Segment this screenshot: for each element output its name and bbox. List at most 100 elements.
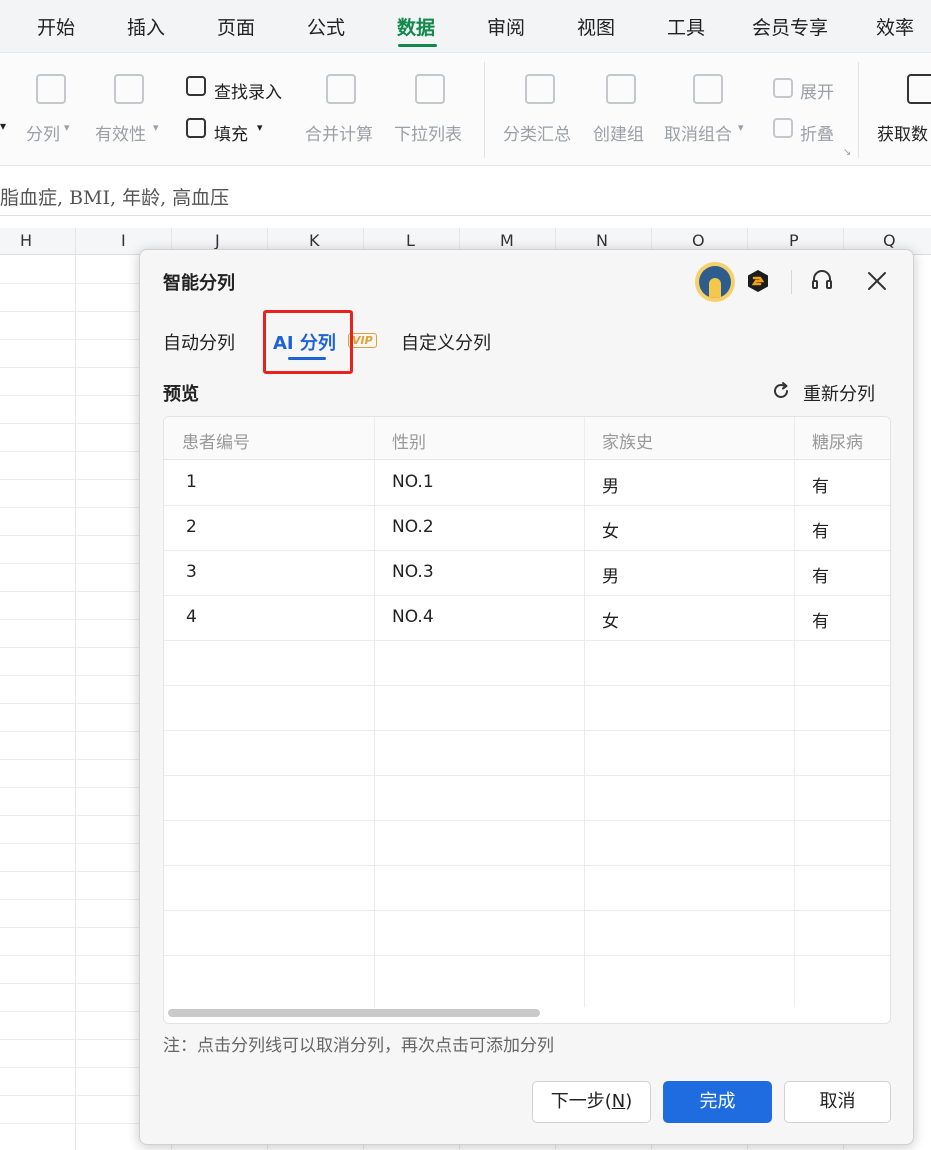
tab-auto-split[interactable]: 自动分列 — [163, 329, 235, 355]
menu-formula[interactable]: 公式 — [307, 13, 345, 40]
menu-page[interactable]: 页面 — [217, 13, 255, 40]
column-header-h[interactable]: H — [20, 231, 32, 250]
grid-line — [0, 1039, 140, 1040]
fill-button[interactable]: 填充 — [214, 120, 248, 145]
menu-efficiency[interactable]: 效率 — [876, 13, 914, 40]
menu-review[interactable]: 审阅 — [487, 13, 525, 40]
member-badge-icon[interactable] — [746, 269, 770, 293]
table-row-line — [164, 820, 890, 821]
chevron-down-icon: ▾ — [0, 119, 7, 133]
create-group-icon — [606, 74, 636, 104]
table-cell: 1 — [186, 472, 197, 492]
cancel-button[interactable]: 取消 — [784, 1081, 891, 1123]
table-row-line — [164, 775, 890, 776]
table-cell: 有 — [812, 477, 829, 497]
table-cell: 4 — [186, 607, 197, 627]
table-cell: NO.1 — [392, 472, 434, 492]
next-label-close: ) — [625, 1091, 633, 1112]
table-row-line — [164, 685, 890, 686]
next-step-button[interactable]: 下一步(N) — [532, 1081, 651, 1123]
table-header[interactable]: 糖尿病 — [794, 417, 890, 460]
active-menu-indicator — [398, 44, 437, 47]
header-gender: 性别 — [392, 433, 426, 453]
header-patient-id: 患者编号 — [182, 433, 250, 453]
grid-line — [0, 339, 140, 340]
table-cell: NO.2 — [392, 517, 434, 537]
smart-split-dialog: 智能分列 自动分列 AI 分列 VIP 自定义分列 预览 重新分列 患者编号 性… — [139, 249, 914, 1145]
table-header[interactable]: 性别 — [374, 417, 584, 460]
ribbon-toolbar: ▾ 分列 ▾ 有效性 ▾ 查找录入 填充 ▾ 合并计算 下拉列表 分类汇总 创建… — [0, 54, 931, 166]
refresh-split-button[interactable]: 重新分列 — [803, 380, 875, 406]
column-header-n[interactable]: N — [596, 231, 608, 250]
grid-line — [0, 703, 140, 704]
grid-line — [0, 787, 140, 788]
table-row-line — [164, 865, 890, 866]
table-cell: 有 — [812, 522, 829, 542]
column-header-j[interactable]: J — [215, 231, 220, 250]
expand-icon — [773, 78, 793, 98]
menu-bar: 开始 插入 页面 公式 数据 审阅 视图 工具 会员专享 效率 — [0, 0, 931, 53]
get-data-icon — [907, 74, 931, 104]
table-header[interactable]: 家族史 — [584, 417, 794, 460]
create-group-button[interactable]: 创建组 — [593, 120, 644, 145]
formula-text: 脂血症, BMI, 年龄, 高血压 — [0, 187, 230, 209]
merge-calc-button[interactable]: 合并计算 — [305, 120, 373, 145]
grid-line — [0, 283, 140, 284]
get-data-button[interactable]: 获取数 — [877, 120, 928, 145]
toolbar-separator — [858, 62, 859, 158]
grid-line — [0, 507, 140, 508]
collapse-button[interactable]: 折叠 — [800, 120, 834, 145]
grid-line — [0, 955, 140, 956]
grid-line — [0, 1067, 140, 1068]
column-header-k[interactable]: K — [309, 231, 320, 250]
close-icon[interactable] — [866, 270, 888, 292]
column-header-i[interactable]: I — [121, 231, 126, 250]
column-header-o[interactable]: O — [692, 231, 705, 250]
dialog-launcher-icon[interactable]: ↘ — [843, 147, 851, 158]
column-header-m[interactable]: M — [500, 231, 514, 250]
next-label: 下一步( — [550, 1091, 612, 1112]
tab-custom-split[interactable]: 自定义分列 — [401, 329, 491, 355]
table-cell: 女 — [602, 522, 619, 542]
user-avatar[interactable] — [695, 262, 735, 302]
menu-tools[interactable]: 工具 — [667, 13, 705, 40]
done-button[interactable]: 完成 — [663, 1081, 772, 1123]
grid-line — [0, 731, 140, 732]
column-header-p[interactable]: P — [789, 231, 799, 250]
subtotal-button[interactable]: 分类汇总 — [503, 120, 571, 145]
chevron-down-icon: ▾ — [64, 121, 70, 134]
column-header-q[interactable]: Q — [883, 231, 896, 250]
column-header-l[interactable]: L — [406, 231, 415, 250]
table-cell: 女 — [602, 612, 619, 632]
dropdown-list-button[interactable]: 下拉列表 — [394, 120, 462, 145]
table-cell: NO.4 — [392, 607, 434, 627]
table-row-line — [164, 505, 890, 506]
grid-line — [0, 1095, 140, 1096]
table-row-line — [164, 955, 890, 956]
formula-bar[interactable]: 脂血症, BMI, 年龄, 高血压 — [0, 176, 931, 216]
menu-data[interactable]: 数据 — [397, 13, 435, 40]
grid-line — [0, 423, 140, 424]
table-row-line — [164, 730, 890, 731]
horizontal-scrollbar[interactable] — [168, 1009, 540, 1017]
grid-line — [0, 395, 140, 396]
table-header[interactable]: 患者编号 — [164, 417, 374, 460]
refresh-icon[interactable] — [771, 381, 791, 401]
menu-insert[interactable]: 插入 — [127, 13, 165, 40]
headset-icon[interactable] — [811, 269, 833, 293]
table-cell: 有 — [812, 612, 829, 632]
table-cell: 男 — [602, 567, 619, 587]
table-cell: 3 — [186, 562, 197, 582]
validity-button[interactable]: 有效性 — [95, 120, 146, 145]
menu-start[interactable]: 开始 — [37, 13, 75, 40]
lookup-entry-button[interactable]: 查找录入 — [214, 78, 282, 103]
ungroup-button[interactable]: 取消组合 — [664, 120, 732, 145]
expand-button[interactable]: 展开 — [800, 78, 834, 103]
menu-member[interactable]: 会员专享 — [752, 13, 828, 40]
grid-line — [0, 899, 140, 900]
split-button[interactable]: 分列 — [26, 120, 60, 145]
grid-line — [0, 983, 140, 984]
grid-line — [0, 451, 140, 452]
menu-view[interactable]: 视图 — [577, 13, 615, 40]
preview-table: 患者编号 性别 家族史 糖尿病 1 NO.1 男有 2 NO.2 女有 3 NO.3 男有 4 NO… — [163, 416, 891, 1024]
